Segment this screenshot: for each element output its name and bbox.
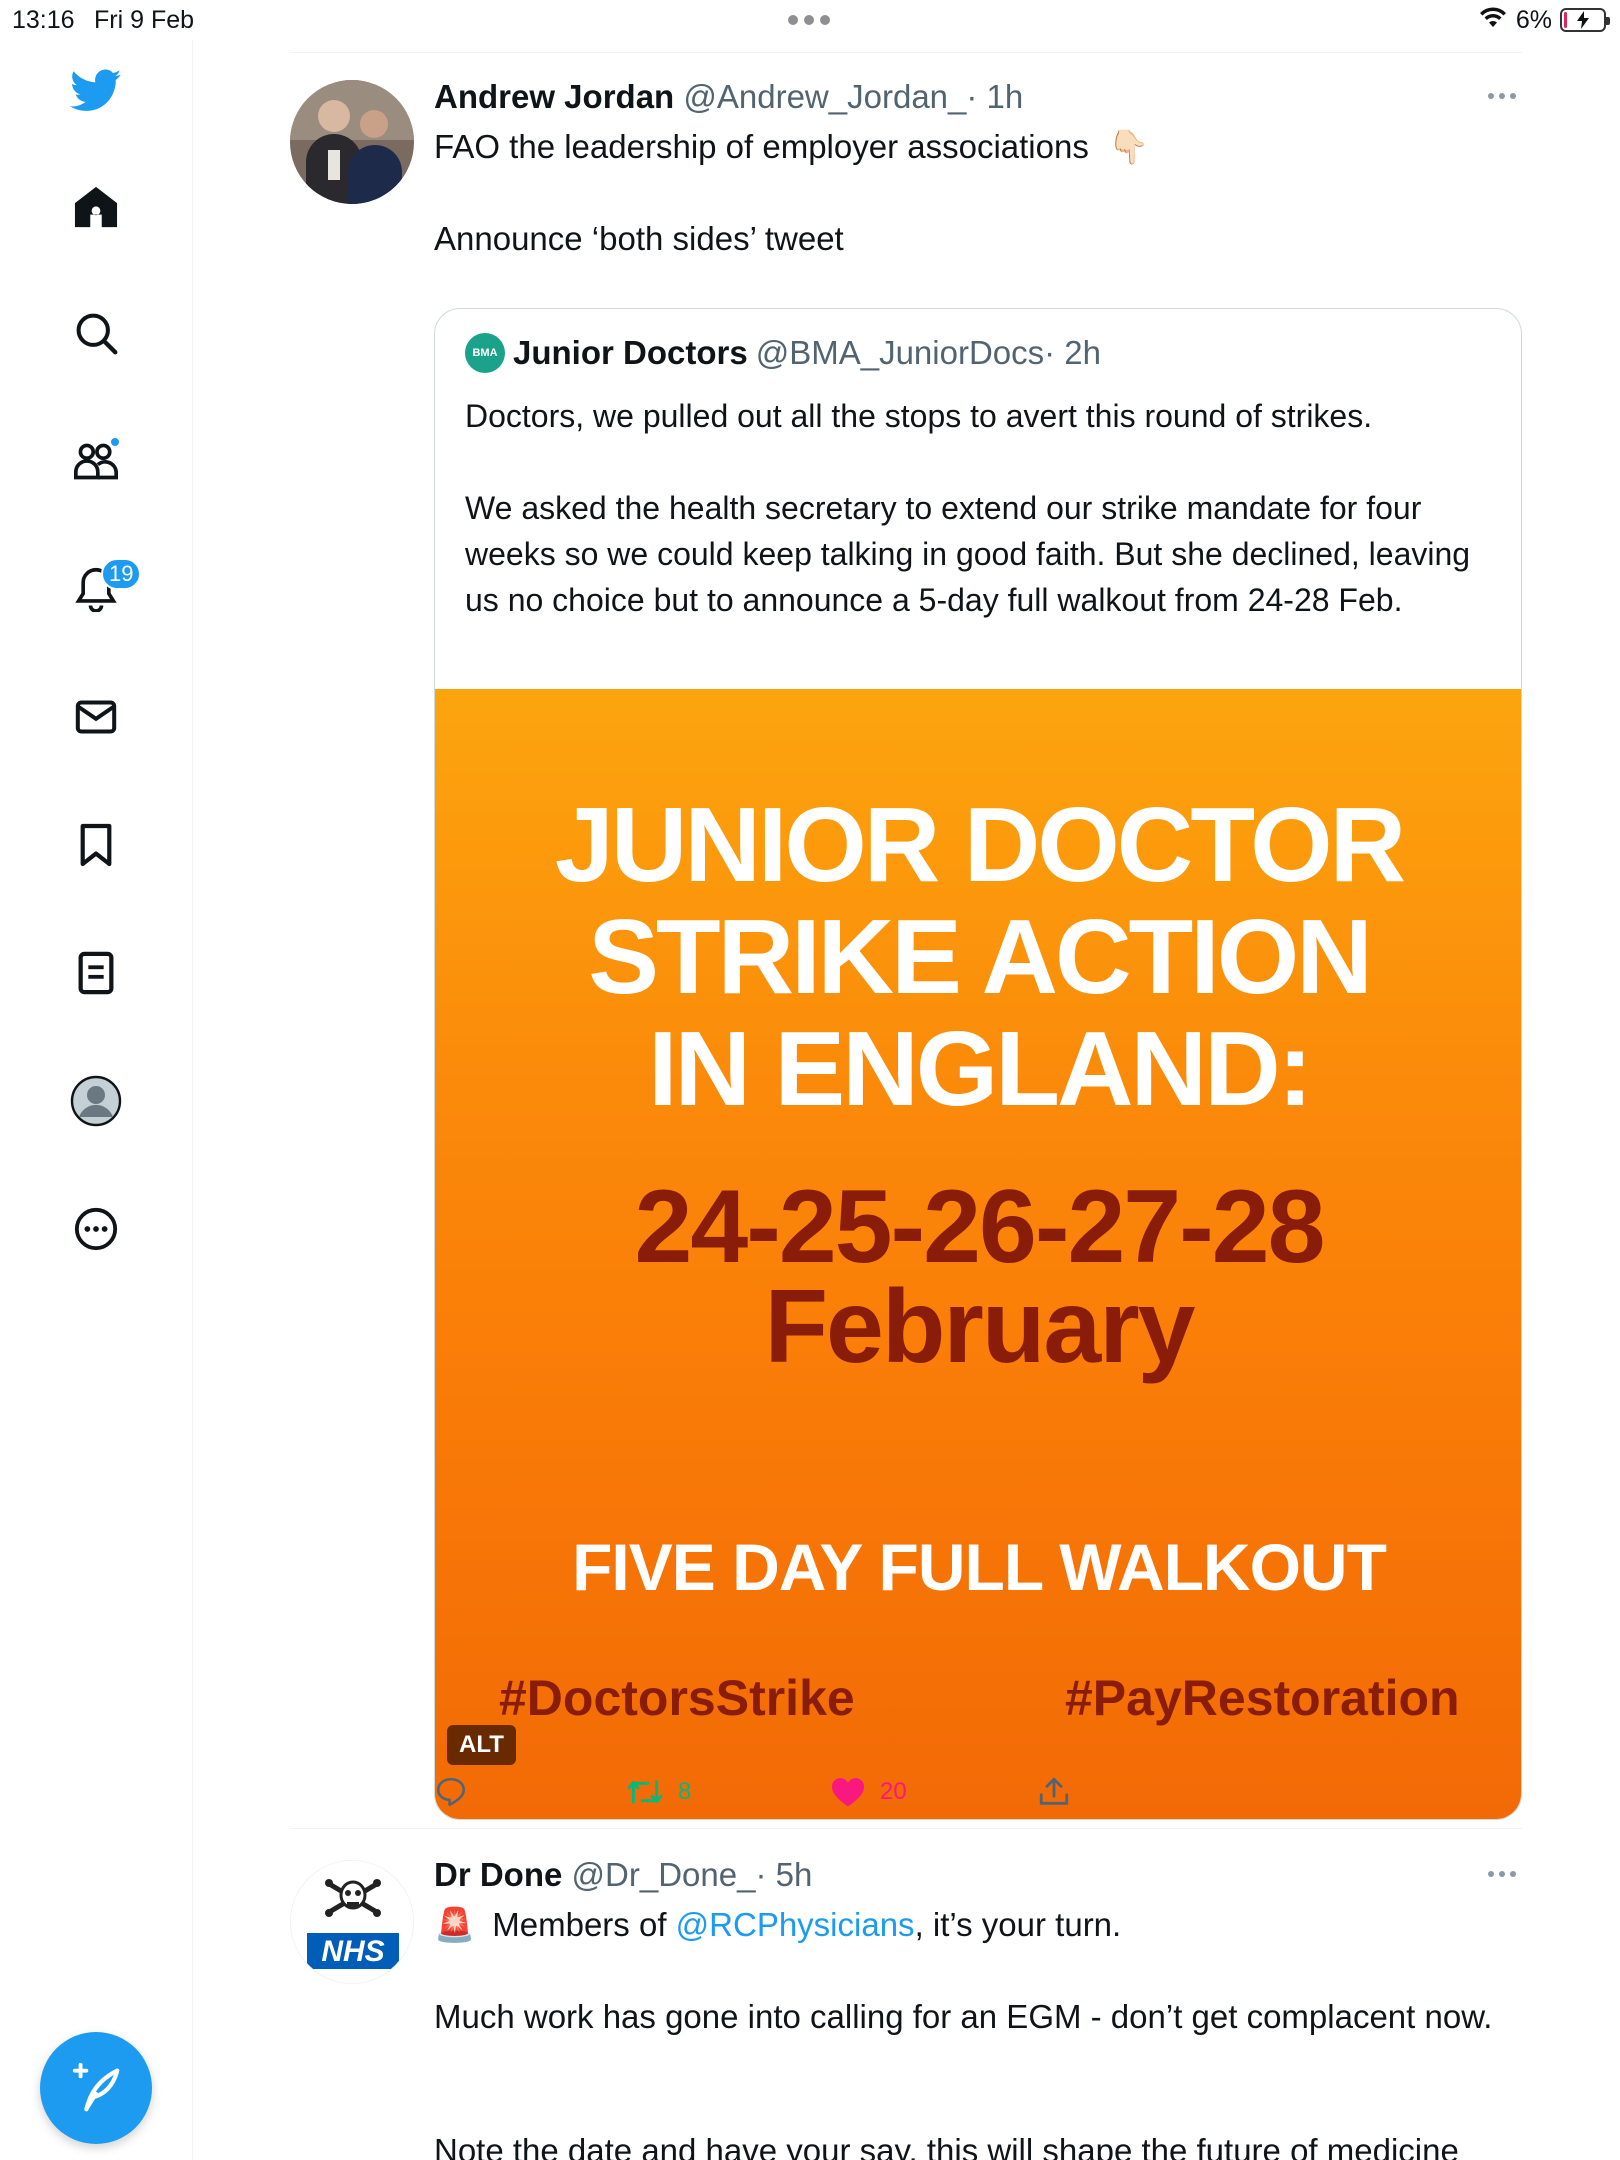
- poster-walkout: FIVE DAY FULL WALKOUT: [572, 1530, 1387, 1604]
- siren-emoji: 🚨: [434, 1906, 476, 1943]
- tweet-text-post: , it’s your turn.: [914, 1906, 1122, 1943]
- author-name[interactable]: Dr Done: [434, 1856, 562, 1893]
- tweet-more-menu[interactable]: [1482, 1864, 1522, 1884]
- bma-avatar: BMA: [465, 333, 505, 373]
- avatar[interactable]: NHS: [290, 1860, 414, 1984]
- home-icon[interactable]: [65, 176, 127, 238]
- list-icon[interactable]: [65, 942, 127, 1004]
- bookmark-icon[interactable]: [65, 814, 127, 876]
- reply-button[interactable]: [434, 1762, 468, 1822]
- sidebar-nav: 19: [0, 40, 193, 2160]
- tweet-text-para2: Much work has gone into calling for an E…: [434, 1998, 1493, 2035]
- quoted-tweet-time: · 2h: [1044, 334, 1102, 371]
- wifi-icon: [1478, 5, 1508, 36]
- battery-icon: [1560, 8, 1610, 32]
- tweet-time[interactable]: · 1h: [966, 78, 1023, 115]
- poster-hashtag-payrestoration: #PayRestoration: [1065, 1670, 1460, 1726]
- quoted-tweet[interactable]: BMA Junior Doctors @BMA_JuniorDocs · 2h D…: [434, 308, 1522, 1820]
- heart-icon: [832, 1778, 864, 1807]
- timeline-top-divider: [290, 52, 1522, 53]
- poster-month: February: [764, 1269, 1195, 1385]
- share-button[interactable]: [1038, 1762, 1070, 1822]
- compose-tweet-button[interactable]: [40, 2032, 152, 2144]
- poster-hashtag-doctorsstrike: #DoctorsStrike: [499, 1670, 855, 1726]
- notifications-badge: 19: [101, 558, 142, 590]
- author-name[interactable]: Andrew Jordan: [434, 78, 674, 115]
- tweet-text-para3: Note the date and have your say, this wi…: [434, 2132, 1459, 2160]
- point-down-emoji: 👇🏻: [1108, 128, 1150, 165]
- mention-link[interactable]: @RCPhysicians: [676, 1906, 915, 1943]
- tweet-text-pre: Members of: [492, 1906, 676, 1943]
- status-bar: 13:16 Fri 9 Feb 6%: [0, 0, 1620, 40]
- poster-title-line2: STRIKE ACTION: [588, 898, 1373, 1016]
- reply-icon: [436, 1777, 466, 1807]
- more-circle-icon[interactable]: [65, 1198, 127, 1260]
- retweet-button[interactable]: 8: [626, 1762, 691, 1822]
- poster-dates: 24-25-26-27-28: [634, 1169, 1326, 1285]
- search-icon[interactable]: [65, 302, 127, 364]
- like-count: 20: [880, 1778, 907, 1805]
- share-icon: [1039, 1777, 1069, 1805]
- tweet-text-line2: Announce ‘both sides’ tweet: [434, 220, 844, 257]
- quoted-author-name: Junior Doctors: [513, 334, 748, 371]
- retweet-count: 8: [678, 1778, 692, 1805]
- tweet-dr-done[interactable]: NHS Dr Done @Dr_Done_· 5h 🚨 Members of @…: [290, 1856, 1522, 2160]
- poster-title-line1: JUNIOR DOCTOR: [554, 786, 1406, 904]
- poster-title-line3: IN ENGLAND:: [648, 1010, 1313, 1128]
- tweet-more-menu[interactable]: [1482, 86, 1522, 106]
- battery-percent: 6%: [1515, 5, 1552, 34]
- alt-text-badge[interactable]: ALT: [447, 1725, 516, 1765]
- multitasking-dots[interactable]: [788, 10, 834, 30]
- communities-dot-badge: [109, 436, 121, 448]
- quoted-author-handle: @BMA_JuniorDocs: [755, 334, 1045, 371]
- status-date: Fri 9 Feb: [94, 6, 195, 34]
- avatar[interactable]: [290, 80, 414, 204]
- twitter-bird-icon[interactable]: [65, 60, 127, 122]
- feather-plus-icon: [72, 2062, 120, 2112]
- quoted-text-para1: Doctors, we pulled out all the stops to …: [465, 398, 1373, 434]
- tweet-time[interactable]: · 5h: [755, 1856, 812, 1893]
- profile-avatar-icon[interactable]: [65, 1070, 127, 1132]
- tweet-divider: [290, 1828, 1522, 1829]
- bell-icon[interactable]: 19: [65, 558, 142, 620]
- mail-icon[interactable]: [65, 686, 127, 748]
- nhs-logo-text: NHS: [321, 1935, 384, 1968]
- tweet-actions: 8 20: [434, 1762, 1522, 1822]
- tweet-text-line1: FAO the leadership of employer associati…: [434, 128, 1089, 165]
- retweet-icon: [627, 1780, 663, 1804]
- quoted-text-para2: We asked the health secretary to extend …: [465, 490, 1471, 618]
- author-handle[interactable]: @Andrew_Jordan_: [683, 78, 966, 115]
- author-handle[interactable]: @Dr_Done_: [572, 1856, 756, 1893]
- strike-poster-image[interactable]: JUNIOR DOCTOR STRIKE ACTION IN ENGLAND: …: [435, 689, 1521, 1819]
- communities-icon[interactable]: [65, 430, 127, 492]
- like-button[interactable]: 20: [830, 1762, 907, 1822]
- status-time: 13:16: [12, 6, 75, 34]
- tweet-andrew-jordan[interactable]: Andrew Jordan @Andrew_Jordan_· 1h FAO th…: [290, 78, 1522, 1820]
